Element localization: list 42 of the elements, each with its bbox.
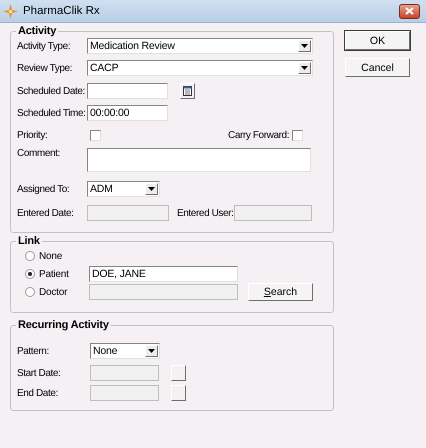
app-icon [3, 4, 18, 18]
field-label: Entered Date: [17, 208, 75, 218]
cancel-button[interactable]: Cancel [345, 58, 410, 77]
field-label: Pattern: [17, 346, 50, 356]
dropdown[interactable]: CACP [87, 60, 313, 76]
field-label: Assigned To: [17, 184, 70, 194]
radio-button[interactable]: Patient [17, 268, 89, 280]
group-title: Link [17, 235, 41, 247]
field-label: Start Date: [17, 368, 62, 378]
search-button[interactable]: Search [248, 283, 313, 301]
field-label: Entered User: [177, 208, 234, 218]
dropdown[interactable]: Medication Review [87, 38, 313, 54]
field-label: Scheduled Time: [17, 108, 86, 118]
dropdown-arrow-icon [301, 44, 308, 48]
radio-indicator[interactable] [25, 269, 35, 279]
close-icon [405, 7, 414, 15]
calendar-icon [183, 86, 192, 96]
dropdown-arrow-icon [148, 187, 155, 191]
field-label: End Date: [17, 388, 59, 398]
field-label: Activity Type: [17, 40, 72, 52]
field-label: Comment: [17, 148, 61, 159]
checkbox[interactable] [292, 130, 303, 140]
field-label: Review Type: [17, 62, 74, 74]
radio-button[interactable]: None [17, 250, 89, 262]
comment-field[interactable] [87, 148, 311, 172]
field-label: Carry Forward: [228, 130, 290, 140]
window-title: PharmaClik Rx [23, 5, 101, 17]
dropdown[interactable]: None [90, 343, 160, 359]
input-field[interactable] [87, 83, 168, 99]
field-label: Priority: [17, 130, 48, 140]
dropdown[interactable]: ADM [87, 181, 160, 197]
input-field[interactable]: DOE, JANE [89, 266, 238, 282]
dropdown-arrow-icon [148, 349, 155, 353]
field-label: Scheduled Date: [17, 86, 86, 96]
group-title: Recurring Activity [17, 319, 110, 331]
dropdown-arrow-icon [301, 66, 308, 70]
ok-button[interactable]: OK [345, 31, 410, 50]
checkbox[interactable] [90, 130, 101, 140]
radio-indicator[interactable] [25, 251, 35, 261]
group-title: Activity [17, 25, 58, 37]
input-field[interactable]: 00:00:00 [87, 105, 168, 121]
close-button[interactable] [399, 4, 420, 18]
